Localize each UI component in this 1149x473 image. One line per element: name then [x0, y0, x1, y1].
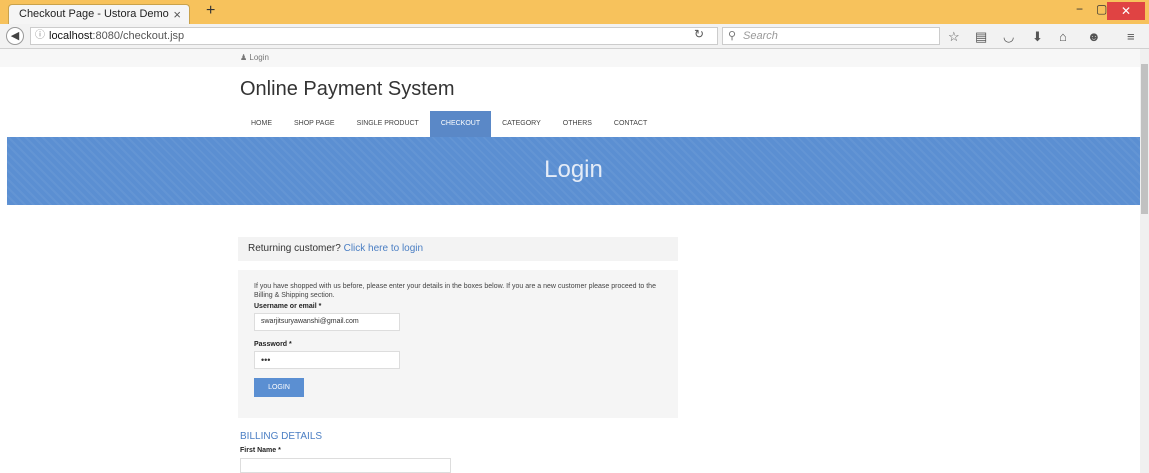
password-input[interactable]: ••• [254, 351, 400, 369]
minimize-icon[interactable]: − [1076, 2, 1083, 16]
top-login-label: Login [249, 53, 269, 62]
login-button[interactable]: LOGIN [254, 378, 304, 397]
returning-customer-bar: Returning customer? Click here to login [238, 237, 678, 261]
menu-item-category[interactable]: CATEGORY [491, 111, 552, 137]
window-close-icon[interactable]: ✕ [1107, 2, 1145, 20]
new-tab-icon[interactable]: + [206, 2, 215, 20]
user-icon: ♟ [240, 53, 248, 62]
menu-item-home[interactable]: HOME [240, 111, 283, 137]
page-banner: Login [7, 137, 1140, 205]
username-input[interactable]: swarjitsuryawanshi@gmail.com [254, 313, 400, 331]
back-icon[interactable]: ◀ [6, 27, 24, 45]
tab-close-icon[interactable]: × [173, 5, 181, 24]
returning-text: Returning customer? [248, 243, 341, 254]
reload-icon[interactable]: ↻ [694, 27, 704, 41]
maximize-icon[interactable]: ▢ [1096, 2, 1107, 16]
scrollbar-thumb[interactable] [1141, 64, 1148, 214]
login-intro-text: If you have shopped with us before, plea… [254, 283, 656, 299]
menu-item-others[interactable]: OTHERS [552, 111, 603, 137]
main-menu: HOME SHOP PAGE SINGLE PRODUCT CHECKOUT C… [240, 111, 658, 137]
menu-icon[interactable]: ≡ [1127, 29, 1135, 44]
pocket-icon[interactable]: ◡ [1003, 29, 1014, 45]
menu-item-contact[interactable]: CONTACT [603, 111, 658, 137]
reading-list-icon[interactable]: ▤ [975, 29, 987, 45]
search-placeholder: Search [743, 30, 778, 42]
site-title: Online Payment System [240, 78, 455, 100]
menu-item-shop-page[interactable]: SHOP PAGE [283, 111, 346, 137]
bookmark-star-icon[interactable]: ☆ [948, 29, 960, 45]
browser-navbar: ◀ ⓘ localhost:8080/checkout.jsp ↻ ⚲ Sear… [0, 24, 1149, 49]
browser-tab[interactable]: Checkout Page - Ustora Demo × [8, 4, 190, 24]
menu-item-checkout[interactable]: CHECKOUT [429, 111, 492, 137]
search-bar[interactable]: ⚲ Search [722, 27, 940, 45]
billing-details-heading: BILLING DETAILS [240, 431, 323, 442]
url-rest: :8080/checkout.jsp [92, 30, 185, 42]
home-icon[interactable]: ⌂ [1059, 29, 1067, 44]
top-bar [0, 49, 1140, 67]
url-bar[interactable]: ⓘ localhost:8080/checkout.jsp [30, 27, 718, 45]
url-host: localhost [49, 30, 93, 42]
account-icon[interactable]: ☻ [1087, 29, 1101, 44]
username-label: Username or email * [254, 303, 322, 310]
download-icon[interactable]: ⬇ [1032, 29, 1043, 45]
first-name-label: First Name * [240, 447, 281, 454]
search-icon: ⚲ [728, 30, 737, 42]
menu-item-single-product[interactable]: SINGLE PRODUCT [346, 111, 430, 137]
browser-titlebar: Checkout Page - Ustora Demo × + − ▢ ✕ [0, 0, 1149, 24]
click-to-login-link[interactable]: Click here to login [344, 243, 423, 254]
top-login-link[interactable]: ♟ Login [240, 53, 269, 62]
banner-title: Login [544, 156, 603, 183]
password-label: Password * [254, 341, 292, 348]
info-icon[interactable]: ⓘ [35, 28, 45, 44]
tab-title: Checkout Page - Ustora Demo [19, 8, 169, 20]
first-name-input[interactable] [240, 458, 451, 473]
